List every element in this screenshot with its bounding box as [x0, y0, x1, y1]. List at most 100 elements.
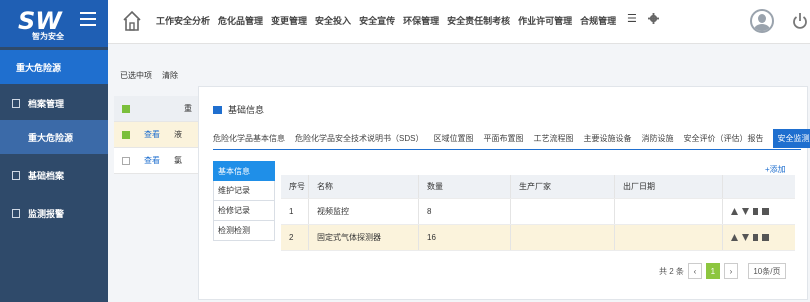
detail-panel: 基础信息 危险化学品基本信息 危险化学品安全技术说明书（SDS） 区域位置图 平… [198, 86, 810, 300]
equipment-table: 序号 名称 数量 生产厂家 出厂日期 1 视频监控 8 2 固定式气体探测器 1… [281, 175, 795, 251]
edit-icon[interactable] [753, 234, 758, 241]
row-name: 视频监控 [309, 199, 419, 224]
sidebar-item-archive[interactable]: 档案管理 [0, 86, 108, 120]
sidebar-group-label: 重大危险源 [16, 62, 62, 73]
tab-layout-plan[interactable]: 平面布置图 [483, 133, 523, 148]
pagination: 共 2 条 ‹ 1 › 10条/页 [659, 263, 786, 279]
document-icon [12, 170, 20, 180]
row-name: 固定式气体探测器 [309, 225, 419, 250]
delete-icon[interactable] [762, 234, 769, 241]
more-menu-icon[interactable]: ☰ [627, 12, 637, 25]
tabs-underline [213, 149, 801, 150]
document-icon [12, 208, 20, 218]
side-tab-repair[interactable]: 检修记录 [213, 201, 275, 221]
page-size-select[interactable]: 10条/页 [747, 263, 786, 279]
sidebar-item-label: 基础档案 [28, 170, 65, 181]
selection-bar: 已选中项 清除 [108, 64, 178, 86]
document-icon [12, 98, 20, 108]
top-nav-items: 工作安全分析 危化品管理 变更管理 安全投入 安全宣传 环保管理 安全责任制考核… [156, 14, 616, 27]
table-header: 序号 名称 数量 生产厂家 出厂日期 [281, 175, 795, 199]
row-actions [723, 199, 795, 224]
nav-item[interactable]: 危化品管理 [218, 14, 263, 27]
table-row[interactable]: 查看 氯 [114, 148, 204, 174]
logo-mark-icon: SW [18, 8, 63, 32]
side-tab-maintenance[interactable]: 维护记录 [213, 181, 275, 201]
view-link[interactable]: 查看 [144, 129, 160, 140]
tab-location-map[interactable]: 区域位置图 [433, 133, 473, 148]
side-tab-inspection[interactable]: 检测检测 [213, 221, 275, 241]
total-count: 共 2 条 [659, 266, 684, 276]
table-row[interactable]: 2 固定式气体探测器 16 [281, 225, 795, 251]
edit-icon[interactable] [753, 208, 758, 215]
tab-process-flow[interactable]: 工艺流程图 [533, 133, 573, 148]
sidebar-item-label: 档案管理 [28, 98, 65, 109]
tab-equipment[interactable]: 主要设施设备 [583, 133, 631, 148]
move-up-icon[interactable] [731, 208, 738, 215]
row-no: 1 [281, 199, 309, 224]
nav-item[interactable]: 安全投入 [315, 14, 351, 27]
tab-monitoring-system[interactable]: 安全监测监控系统 [773, 129, 810, 148]
sidebar-item-monitoring[interactable]: 监测报警 [0, 196, 108, 230]
move-down-icon[interactable] [742, 234, 749, 241]
row-date [615, 225, 723, 250]
row-no: 2 [281, 225, 309, 250]
row-qty: 16 [419, 225, 511, 250]
nav-item[interactable]: 合规管理 [580, 14, 616, 27]
row-date [615, 199, 723, 224]
prev-page-button[interactable]: ‹ [687, 263, 702, 279]
sidebar-item-label: 监测报警 [28, 208, 65, 219]
gear-icon[interactable] [648, 13, 659, 24]
avatar[interactable] [750, 9, 774, 33]
panel-title-text: 基础信息 [228, 105, 265, 115]
next-page-button[interactable]: › [723, 263, 738, 279]
row-cell: 液 [174, 130, 182, 139]
add-button[interactable]: +添加 [765, 164, 786, 175]
move-down-icon[interactable] [742, 208, 749, 215]
row-checkbox[interactable] [122, 156, 130, 165]
column-header: 重 [184, 104, 192, 113]
delete-icon[interactable] [762, 208, 769, 215]
sidebar-group-major-hazard[interactable]: 重大危险源 [0, 50, 108, 84]
table-row[interactable]: 查看 液 [114, 122, 204, 148]
view-link[interactable]: 查看 [144, 155, 160, 166]
sidebar-item-major-hazard[interactable]: 重大危险源 [0, 120, 108, 154]
side-tab-basic[interactable]: 基本信息 [213, 161, 275, 181]
tab-fire-facilities[interactable]: 消防设施 [641, 133, 673, 148]
logo-subtitle: 智为安全 [32, 32, 64, 41]
power-icon[interactable] [792, 12, 808, 30]
column-header: 数量 [419, 175, 511, 198]
sidebar-item-label: 重大危险源 [28, 132, 74, 143]
row-cell: 氯 [174, 156, 182, 165]
nav-item[interactable]: 安全责任制考核 [447, 14, 510, 27]
nav-item[interactable]: 作业许可管理 [518, 14, 572, 27]
tab-sds[interactable]: 危险化学品安全技术说明书（SDS） [295, 133, 423, 148]
background-table: 重 查看 液 查看 氯 [114, 96, 204, 174]
column-header: 生产厂家 [511, 175, 615, 198]
nav-item[interactable]: 变更管理 [271, 14, 307, 27]
column-header [723, 175, 795, 198]
row-actions [723, 225, 795, 250]
tab-chem-basic[interactable]: 危险化学品基本信息 [213, 133, 285, 148]
sidebar-item-basic-archive[interactable]: 基础档案 [0, 158, 108, 192]
table-row[interactable]: 1 视频监控 8 [281, 199, 795, 225]
page-button[interactable]: 1 [705, 263, 720, 279]
nav-item[interactable]: 工作安全分析 [156, 14, 210, 27]
move-up-icon[interactable] [731, 234, 738, 241]
side-tabs: 基本信息 维护记录 检修记录 检测检测 [213, 161, 275, 241]
selected-items-label: 已选中项 [120, 70, 152, 80]
tab-safety-evaluation[interactable]: 安全评价（评估）报告 [683, 133, 763, 148]
menu-toggle-icon[interactable] [80, 12, 96, 26]
table-header: 重 [114, 96, 204, 122]
clear-selection-link[interactable]: 清除 [162, 70, 178, 81]
column-header: 出厂日期 [615, 175, 723, 198]
panel-title: 基础信息 [213, 103, 264, 116]
row-maker [511, 199, 615, 224]
nav-item[interactable]: 环保管理 [403, 14, 439, 27]
svg-text:SW: SW [18, 8, 63, 32]
select-all-checkbox[interactable] [122, 104, 130, 113]
nav-item[interactable]: 安全宣传 [359, 14, 395, 27]
panel-tabs: 危险化学品基本信息 危险化学品安全技术说明书（SDS） 区域位置图 平面布置图 … [213, 129, 810, 148]
home-icon[interactable] [122, 10, 142, 32]
row-checkbox[interactable] [122, 130, 130, 139]
column-header: 名称 [309, 175, 419, 198]
